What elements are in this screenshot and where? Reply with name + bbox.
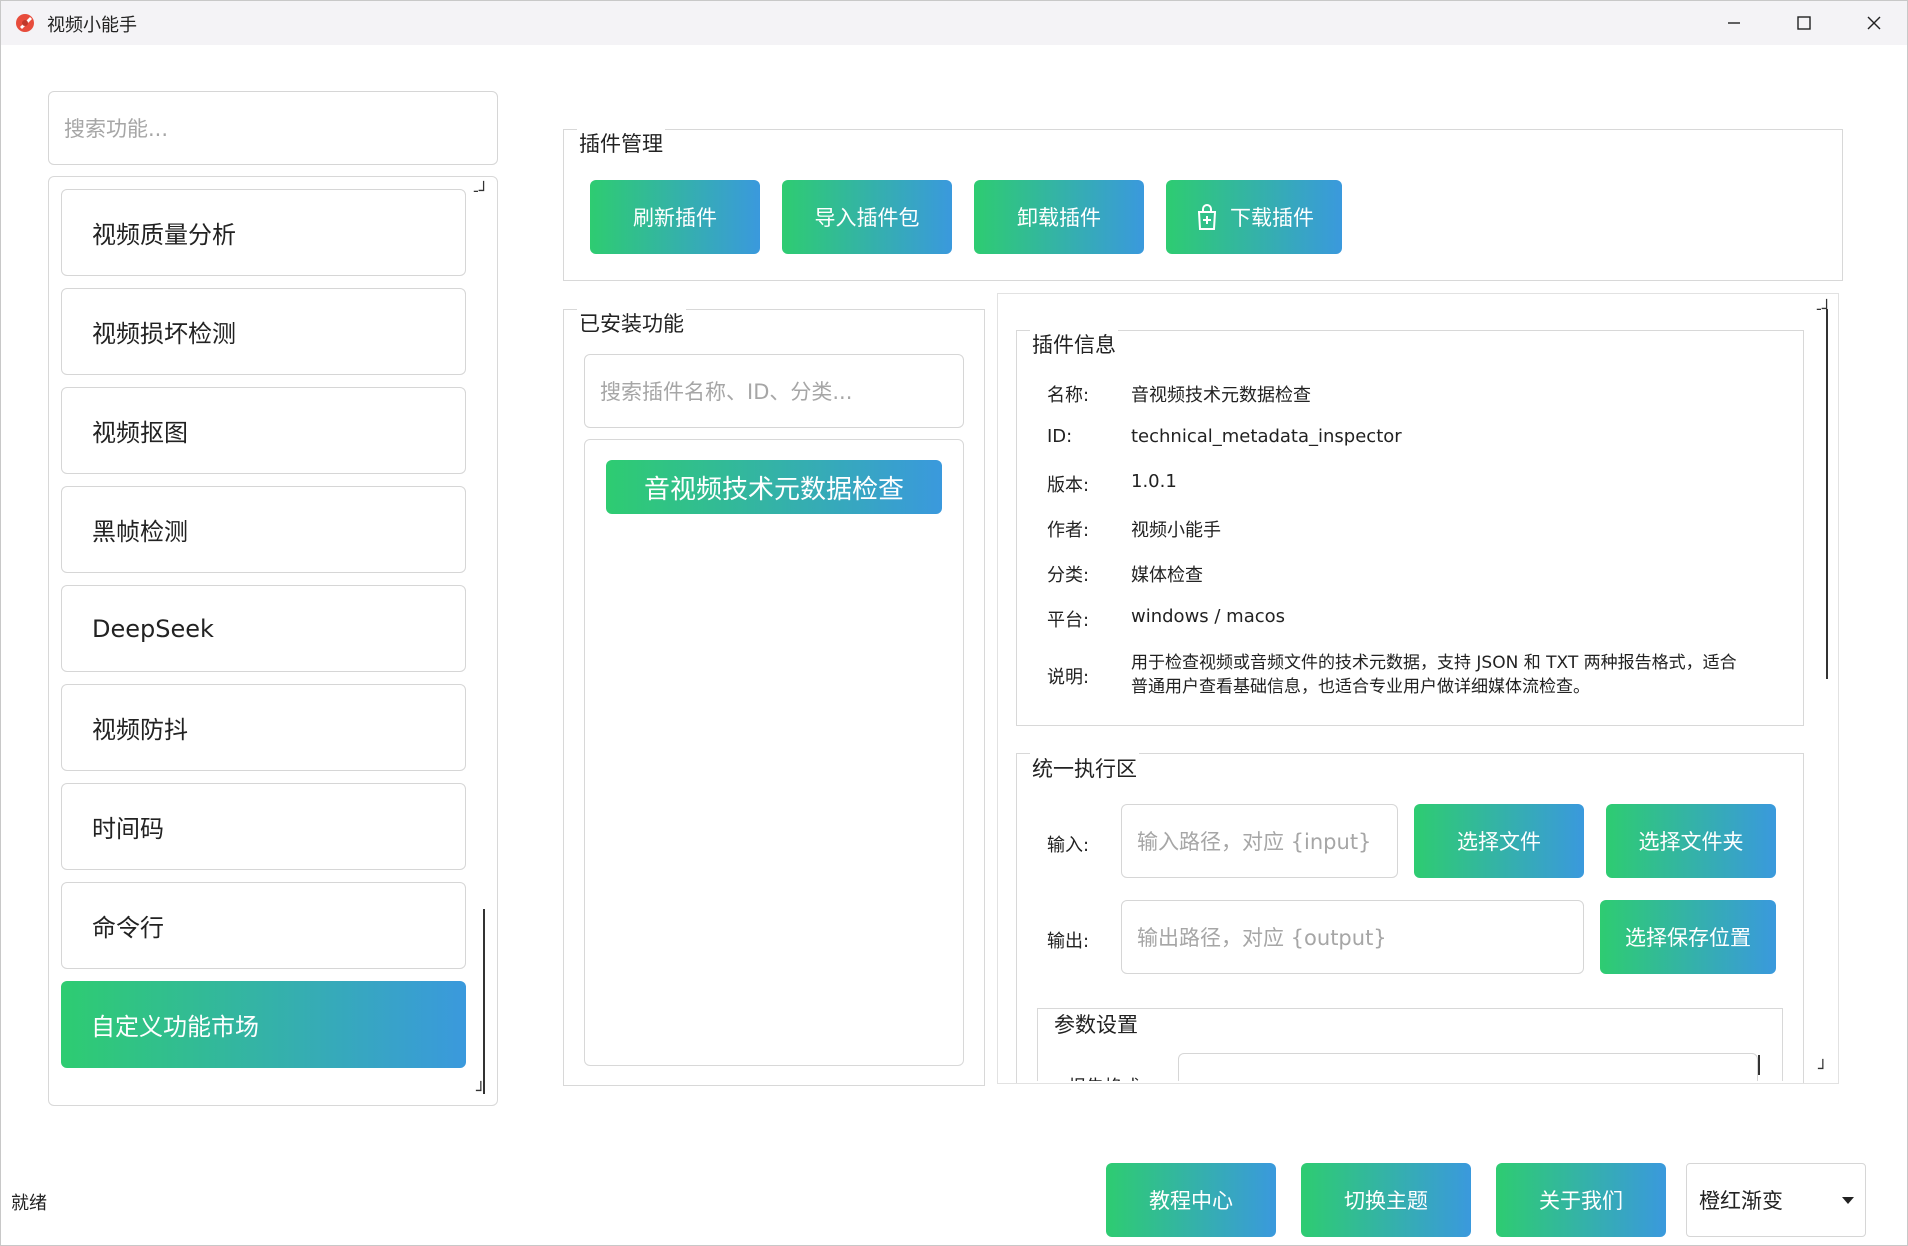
import-plugin-button[interactable]: 导入插件包 xyxy=(782,180,952,254)
info-name-value: 音视频技术元数据检查 xyxy=(1131,385,1311,406)
download-plugin-label: 下载插件 xyxy=(1230,206,1314,230)
uninstall-plugin-button[interactable]: 卸载插件 xyxy=(974,180,1144,254)
sidebar-item-black-frame[interactable]: 黑帧检测 xyxy=(61,486,466,573)
installed-title: 已安装功能 xyxy=(577,308,686,338)
params-group: 参数设置 报告格式 xyxy=(1037,1008,1783,1081)
plugin-info-title: 插件信息 xyxy=(1030,329,1118,359)
info-author-value: 视频小能手 xyxy=(1131,520,1221,541)
info-description-line2: 普通用户查看基础信息，也适合专业用户做详细媒体流检查。 xyxy=(1131,677,1590,697)
exec-output-label: 输出: xyxy=(1047,931,1090,952)
title-bar[interactable]: 视频小能手 xyxy=(1,1,1907,45)
close-button[interactable] xyxy=(1839,1,1908,45)
sidebar-item-timecode[interactable]: 时间码 xyxy=(61,783,466,870)
info-author-label: 作者: xyxy=(1047,520,1090,541)
window-title: 视频小能手 xyxy=(47,15,137,36)
exec-input-label: 输入: xyxy=(1047,835,1090,856)
scroll-corner-bottom: ┘ xyxy=(476,1081,486,1100)
theme-select-value: 橙红渐变 xyxy=(1699,1189,1783,1213)
info-category-label: 分类: xyxy=(1047,565,1090,586)
choose-folder-button[interactable]: 选择文件夹 xyxy=(1606,804,1776,878)
sidebar-item-plugin-market[interactable]: 自定义功能市场 xyxy=(61,981,466,1068)
choose-file-button[interactable]: 选择文件 xyxy=(1414,804,1584,878)
info-platform-label: 平台: xyxy=(1047,610,1090,631)
app-logo-icon xyxy=(16,14,34,32)
info-version-value: 1.0.1 xyxy=(1131,471,1177,492)
sidebar-item-deepseek[interactable]: DeepSeek xyxy=(61,585,466,672)
params-scrollbar xyxy=(1758,1055,1760,1075)
sidebar-item-quality-analysis[interactable]: 视频质量分析 xyxy=(61,189,466,276)
scroll-corner-top: -┘ xyxy=(473,181,489,200)
installed-search-input[interactable]: 搜索插件名称、ID、分类... xyxy=(584,354,964,428)
switch-theme-button[interactable]: 切换主题 xyxy=(1301,1163,1471,1237)
params-report-format-select[interactable] xyxy=(1178,1053,1758,1081)
sidebar-scrollbar[interactable] xyxy=(483,909,485,1094)
sidebar-item-matting[interactable]: 视频抠图 xyxy=(61,387,466,474)
exec-input-field[interactable]: 输入路径，对应 {input} xyxy=(1121,804,1398,878)
plugin-manager-title: 插件管理 xyxy=(577,128,665,158)
download-bag-icon xyxy=(1197,204,1217,230)
right-scrollbar[interactable] xyxy=(1826,309,1828,679)
info-description-value: 用于检查视频或音频文件的技术元数据，支持 JSON 和 TXT 两种报告格式，适… xyxy=(1131,651,1791,699)
maximize-button[interactable] xyxy=(1769,1,1839,45)
installed-item-metadata-inspector[interactable]: 音视频技术元数据检查 xyxy=(606,460,942,514)
installed-list xyxy=(584,439,964,1066)
info-name-label: 名称: xyxy=(1047,385,1090,406)
info-id-value: technical_metadata_inspector xyxy=(1131,426,1402,447)
sidebar-item-damage-detect[interactable]: 视频损坏检测 xyxy=(61,288,466,375)
refresh-plugins-button[interactable]: 刷新插件 xyxy=(590,180,760,254)
close-icon xyxy=(1867,16,1881,30)
sidebar-item-command-line[interactable]: 命令行 xyxy=(61,882,466,969)
exec-title: 统一执行区 xyxy=(1030,753,1139,783)
exec-output-field[interactable]: 输出路径，对应 {output} xyxy=(1121,900,1584,974)
info-description-label: 说明: xyxy=(1047,667,1090,688)
right-scroll-corner-top: -┘ xyxy=(1816,299,1832,318)
params-report-format-label: 报告格式 xyxy=(1068,1073,1140,1081)
info-platform-value: windows / macos xyxy=(1131,606,1286,627)
chevron-down-icon xyxy=(1842,1197,1854,1204)
status-text: 就绪 xyxy=(11,1193,47,1214)
minimize-icon xyxy=(1728,22,1740,24)
sidebar-search-input[interactable]: 搜索功能... xyxy=(48,91,498,165)
info-description-line1: 用于检查视频或音频文件的技术元数据，支持 JSON 和 TXT 两种报告格式，适… xyxy=(1131,653,1737,673)
app-window: 视频小能手 搜索功能... -┘ ┘ 视频质量分析 视频损坏检测 视频抠图 黑帧… xyxy=(0,0,1908,1246)
sidebar-item-stabilize[interactable]: 视频防抖 xyxy=(61,684,466,771)
download-plugin-button[interactable]: 下载插件 xyxy=(1166,180,1342,254)
minimize-button[interactable] xyxy=(1699,1,1769,45)
info-version-label: 版本: xyxy=(1047,475,1090,496)
info-id-label: ID: xyxy=(1047,426,1073,447)
right-scroll-corner-bottom: ┘ xyxy=(1818,1059,1828,1078)
tutorial-center-button[interactable]: 教程中心 xyxy=(1106,1163,1276,1237)
about-us-button[interactable]: 关于我们 xyxy=(1496,1163,1666,1237)
maximize-icon xyxy=(1797,16,1811,30)
info-category-value: 媒体检查 xyxy=(1131,565,1203,586)
choose-save-location-button[interactable]: 选择保存位置 xyxy=(1600,900,1776,974)
params-title: 参数设置 xyxy=(1052,1009,1140,1039)
theme-select[interactable]: 橙红渐变 xyxy=(1686,1163,1866,1237)
